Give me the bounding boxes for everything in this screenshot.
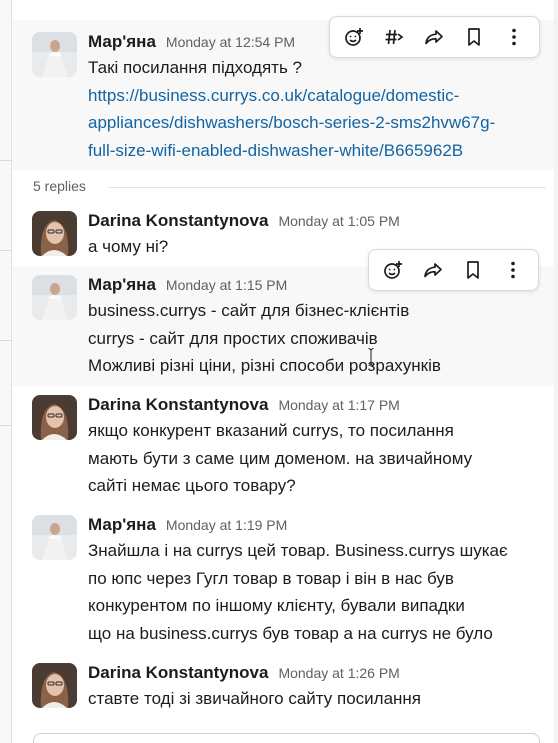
message-author[interactable]: Мар'яна	[88, 32, 156, 52]
rail-divider	[0, 340, 12, 341]
message-text-line: currys - сайт для простих споживачів	[88, 328, 378, 348]
message-timestamp[interactable]: Monday at 1:26 PM	[278, 665, 399, 681]
message-timestamp[interactable]: Monday at 1:05 PM	[278, 213, 399, 229]
add-reaction-icon	[384, 261, 402, 279]
more-vertical-icon	[512, 28, 516, 46]
scrollbar-track[interactable]	[554, 0, 558, 743]
message-link[interactable]: https://business.currys.co.uk/catalogue/…	[88, 82, 544, 165]
link-line[interactable]: https://business.currys.co.uk/catalogue/…	[88, 82, 544, 110]
share-message-button[interactable]	[414, 20, 454, 54]
share-forward-icon	[425, 30, 443, 45]
message-text-line: якщо конкурент вказаний currys, то посил…	[88, 421, 454, 440]
message-text-line: Можливі різні ціни, різні способи розрах…	[88, 356, 441, 375]
message-author[interactable]: Darina Konstantynova	[88, 211, 268, 231]
more-vertical-icon	[511, 261, 515, 279]
reply-in-channel-button[interactable]	[374, 20, 414, 54]
divider-line	[108, 187, 546, 188]
message-text-line: що на business.currys був товар а на cur…	[88, 623, 493, 643]
reply-composer[interactable]	[33, 733, 540, 743]
message-author[interactable]: Darina Konstantynova	[88, 395, 268, 415]
avatar-darina[interactable]	[32, 395, 77, 440]
message-timestamp[interactable]: Monday at 12:54 PM	[166, 34, 295, 50]
thread-panel: Мар'яна Monday at 12:54 PM Такі посиланн…	[12, 0, 554, 743]
add-reaction-button[interactable]	[334, 20, 374, 54]
message-author[interactable]: Мар'яна	[88, 515, 156, 535]
avatar-maryana[interactable]	[32, 32, 77, 77]
message-actions-toolbar	[368, 249, 539, 291]
more-actions-button[interactable]	[494, 20, 534, 54]
message-actions-toolbar	[329, 16, 540, 58]
message-text-line: мають бути з саме цим доменом. на звичай…	[88, 448, 473, 468]
add-reaction-icon	[345, 28, 363, 46]
hashtag-forward-icon	[385, 29, 404, 45]
reply-message[interactable]: Мар'яна Monday at 1:19 PM Знайшла і на c…	[12, 506, 554, 654]
message-timestamp[interactable]: Monday at 1:15 PM	[166, 277, 287, 293]
rail-divider	[0, 425, 12, 426]
save-message-button[interactable]	[454, 20, 494, 54]
message-author[interactable]: Мар'яна	[88, 275, 156, 295]
message-timestamp[interactable]: Monday at 1:19 PM	[166, 517, 287, 533]
avatar-darina[interactable]	[32, 663, 77, 708]
rail-divider	[0, 160, 12, 161]
message-text-line: ставте тоді зі звичайного сайту посиланн…	[88, 689, 422, 708]
message-timestamp[interactable]: Monday at 1:17 PM	[278, 397, 399, 413]
avatar-maryana[interactable]	[32, 275, 77, 320]
more-actions-button[interactable]	[493, 253, 533, 287]
avatar-maryana[interactable]	[32, 515, 77, 560]
link-line[interactable]: full-size-wifi-enabled-dishwasher-white/…	[88, 137, 544, 165]
replies-divider: 5 replies	[12, 174, 554, 200]
reply-message[interactable]: Darina Konstantynova Monday at 1:26 PM с…	[12, 654, 554, 720]
add-reaction-button[interactable]	[373, 253, 413, 287]
bookmark-icon	[467, 261, 479, 279]
share-message-button[interactable]	[413, 253, 453, 287]
reply-message[interactable]: Darina Konstantynova Monday at 1:17 PM я…	[12, 386, 554, 506]
reply-count: 5 replies	[33, 178, 92, 194]
message-text-line: по юпс через Гугл товар в товар і він в …	[88, 568, 454, 588]
message-text-line: Знайшла і на currys цей товар. Business.…	[88, 541, 508, 560]
message-text-line: business.currys - сайт для бізнес-клієнт…	[88, 301, 410, 320]
left-rail	[0, 0, 12, 743]
link-line[interactable]: appliances/dishwashers/bosch-series-2-sm…	[88, 109, 544, 137]
rail-divider	[0, 250, 12, 251]
bookmark-icon	[468, 28, 480, 46]
avatar-darina[interactable]	[32, 211, 77, 256]
message-author[interactable]: Darina Konstantynova	[88, 663, 268, 683]
share-forward-icon	[424, 263, 442, 278]
text-cursor-icon	[368, 348, 374, 366]
message-text-line: сайті немає цього товару?	[88, 476, 296, 495]
message-text-line: Такі посилання підходять ?	[88, 58, 302, 77]
save-message-button[interactable]	[453, 253, 493, 287]
message-text-line: конкурентом по іншому клієнту, бували ви…	[88, 596, 465, 615]
